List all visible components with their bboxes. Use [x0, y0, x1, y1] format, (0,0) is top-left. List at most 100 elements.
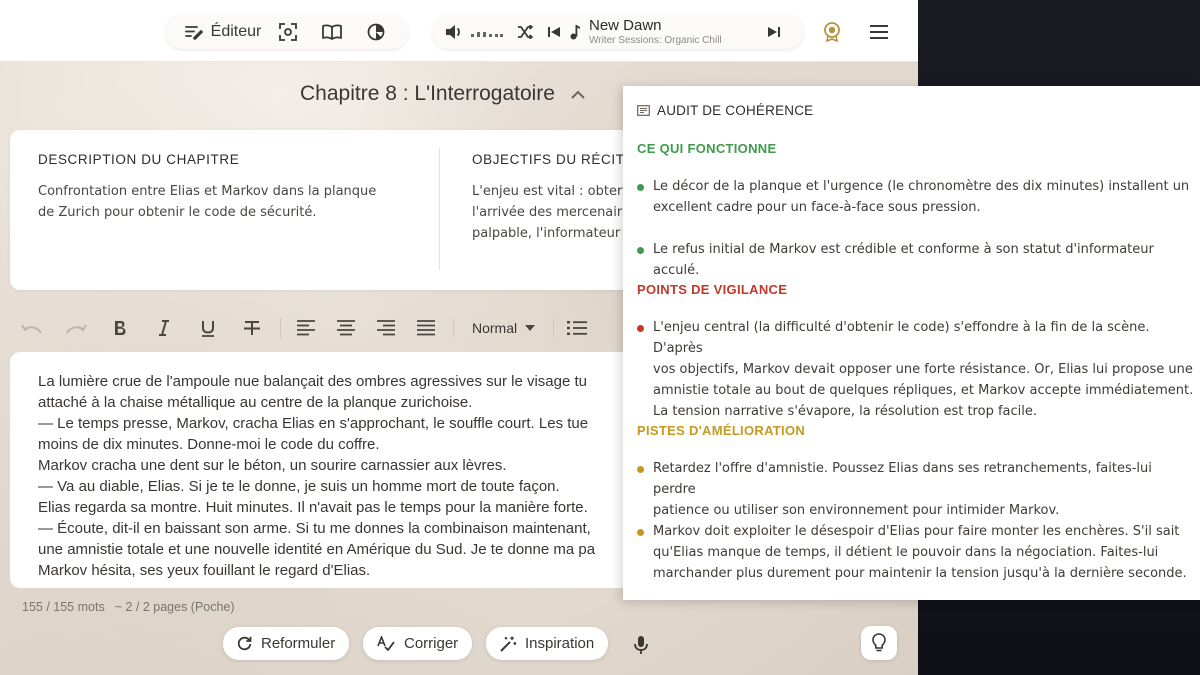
audit-item-text: Le décor de la planque et l'urgence (le …: [653, 179, 1190, 215]
word-count: 155 / 155 mots: [22, 600, 105, 614]
rephrase-button[interactable]: Reformuler: [223, 627, 350, 660]
align-left-icon: [297, 320, 315, 336]
paragraph-style-select[interactable]: Normal: [460, 310, 547, 346]
redo-icon: [66, 324, 87, 334]
refresh-icon: [237, 636, 252, 651]
magic-wand-icon: [500, 636, 516, 652]
chapter-description: DESCRIPTION DU CHAPITRE Confrontation en…: [38, 152, 408, 223]
editor-button[interactable]: Éditeur: [180, 17, 266, 47]
formatting-toolbar: Normal: [10, 308, 630, 348]
toolbar-separator: [280, 318, 281, 338]
divider: [439, 148, 440, 270]
audit-item: Le décor de la planque et l'urgence (le …: [637, 176, 1197, 218]
audit-item-text: Markov doit exploiter le désespoir d'Eli…: [653, 524, 1187, 581]
align-right-button[interactable]: [367, 310, 405, 346]
italic-button[interactable]: [142, 310, 186, 346]
editor-line: — Écoute, dit-il en baissant son arme. S…: [38, 520, 591, 537]
audit-item-text: L'enjeu central (la difficulté d'obtenir…: [653, 320, 1194, 419]
pie-chart-icon: [367, 23, 385, 41]
underline-icon: [202, 320, 214, 337]
align-center-button[interactable]: [325, 310, 367, 346]
document-stats: 155 / 155 mots ~ 2 / 2 pages (Poche): [22, 600, 235, 614]
editor-line: Markov cracha une dent sur le béton, un …: [38, 457, 507, 474]
music-player: New Dawn Writer Sessions: Organic Chill: [433, 15, 803, 49]
dictation-button[interactable]: [628, 632, 654, 658]
microphone-icon: [634, 636, 648, 654]
strikethrough-button[interactable]: [230, 310, 274, 346]
editor-button-label: Éditeur: [210, 23, 262, 40]
inspiration-button[interactable]: Inspiration: [486, 627, 609, 660]
text-editor[interactable]: La lumière crue de l'ampoule nue balança…: [10, 352, 650, 588]
underline-button[interactable]: [186, 310, 230, 346]
previous-track-button[interactable]: [541, 17, 567, 47]
gold-bullet: [637, 529, 644, 536]
editor-line: une amnistie totale et une nouvelle iden…: [38, 541, 596, 558]
ideas-button[interactable]: [861, 626, 897, 660]
section-improvements: PISTES D'AMÉLIORATION: [637, 423, 806, 438]
inspiration-label: Inspiration: [525, 635, 595, 652]
description-text-line-1[interactable]: Confrontation entre Elias et Markov dans…: [38, 181, 408, 202]
editor-line: La lumière crue de l'ampoule nue balança…: [38, 373, 587, 390]
bullet-list-button[interactable]: [560, 310, 594, 346]
stats-button[interactable]: [354, 17, 398, 47]
rephrase-label: Reformuler: [261, 635, 336, 652]
align-center-icon: [337, 320, 355, 336]
focus-button[interactable]: [266, 17, 310, 47]
list-icon: [567, 321, 588, 335]
undo-icon: [21, 324, 42, 334]
focus-icon: [279, 23, 297, 41]
align-right-icon: [377, 320, 395, 336]
now-playing: New Dawn Writer Sessions: Organic Chill: [589, 17, 749, 47]
align-justify-icon: [417, 320, 435, 336]
chapter-info-card: DESCRIPTION DU CHAPITRE Confrontation en…: [10, 130, 650, 290]
green-bullet: [637, 184, 644, 191]
red-bullet: [637, 325, 644, 332]
volume-level[interactable]: [465, 17, 509, 47]
undo-button[interactable]: [10, 310, 54, 346]
view-toolbar: Éditeur: [166, 15, 408, 49]
align-left-button[interactable]: [287, 310, 325, 346]
audit-item-text: Retardez l'offre d'amnistie. Poussez Eli…: [653, 461, 1152, 518]
description-text-line-2[interactable]: de Zurich pour obtenir le code de sécuri…: [38, 202, 408, 223]
track-title: New Dawn: [589, 17, 662, 34]
editor-line: — Va au diable, Elias. Si je te le donne…: [38, 478, 560, 495]
volume-icon: [446, 25, 460, 39]
caret-down-icon: [525, 325, 536, 331]
bold-button[interactable]: [98, 310, 142, 346]
bold-icon: [115, 321, 126, 335]
page-count: ~ 2 / 2 pages (Poche): [114, 600, 235, 614]
next-track-button[interactable]: [749, 17, 799, 47]
menu-button[interactable]: [864, 18, 894, 46]
chevron-up-icon[interactable]: [571, 90, 585, 99]
skip-next-icon: [768, 27, 780, 37]
audit-title: AUDIT DE COHÉRENCE: [657, 103, 814, 118]
justify-button[interactable]: [405, 310, 447, 346]
top-bar: Éditeur New Dawn Writer Sessions: Organi…: [0, 0, 918, 62]
toolbar-separator: [553, 318, 555, 338]
strikethrough-icon: [244, 321, 260, 335]
editor-line: — Le temps presse, Markov, cracha Elias …: [38, 415, 589, 432]
audit-item: Markov doit exploiter le désespoir d'Eli…: [637, 521, 1197, 584]
chapter-title[interactable]: Chapitre 8 : L'Interrogatoire: [300, 82, 555, 106]
audit-header: AUDIT DE COHÉRENCE: [637, 103, 813, 118]
spellcheck-icon: [377, 636, 395, 651]
correct-button[interactable]: Corriger: [363, 627, 473, 660]
coherence-audit-panel: AUDIT DE COHÉRENCE CE QUI FONCTIONNE Le …: [623, 86, 1200, 600]
paragraph-style-value: Normal: [472, 320, 518, 336]
edit-icon: [184, 26, 203, 40]
shuffle-button[interactable]: [509, 17, 541, 47]
achievements-button[interactable]: [818, 18, 846, 46]
audit-item: Retardez l'offre d'amnistie. Poussez Eli…: [637, 458, 1197, 521]
green-bullet: [637, 247, 644, 254]
reading-button[interactable]: [310, 17, 354, 47]
music-note: [567, 17, 583, 47]
music-note-icon: [570, 25, 580, 40]
editor-line: Elias regarda sa montre. Huit minutes. I…: [38, 499, 588, 516]
redo-button[interactable]: [54, 310, 98, 346]
chapter-header: Chapitre 8 : L'Interrogatoire: [300, 78, 585, 110]
editor-line: Markov hésita, ses yeux fouillant le reg…: [38, 562, 371, 579]
lightbulb-icon: [872, 633, 886, 652]
volume-button[interactable]: [443, 17, 465, 47]
gold-bullet: [637, 466, 644, 473]
audit-item-text: Le refus initial de Markov est crédible …: [653, 242, 1154, 278]
